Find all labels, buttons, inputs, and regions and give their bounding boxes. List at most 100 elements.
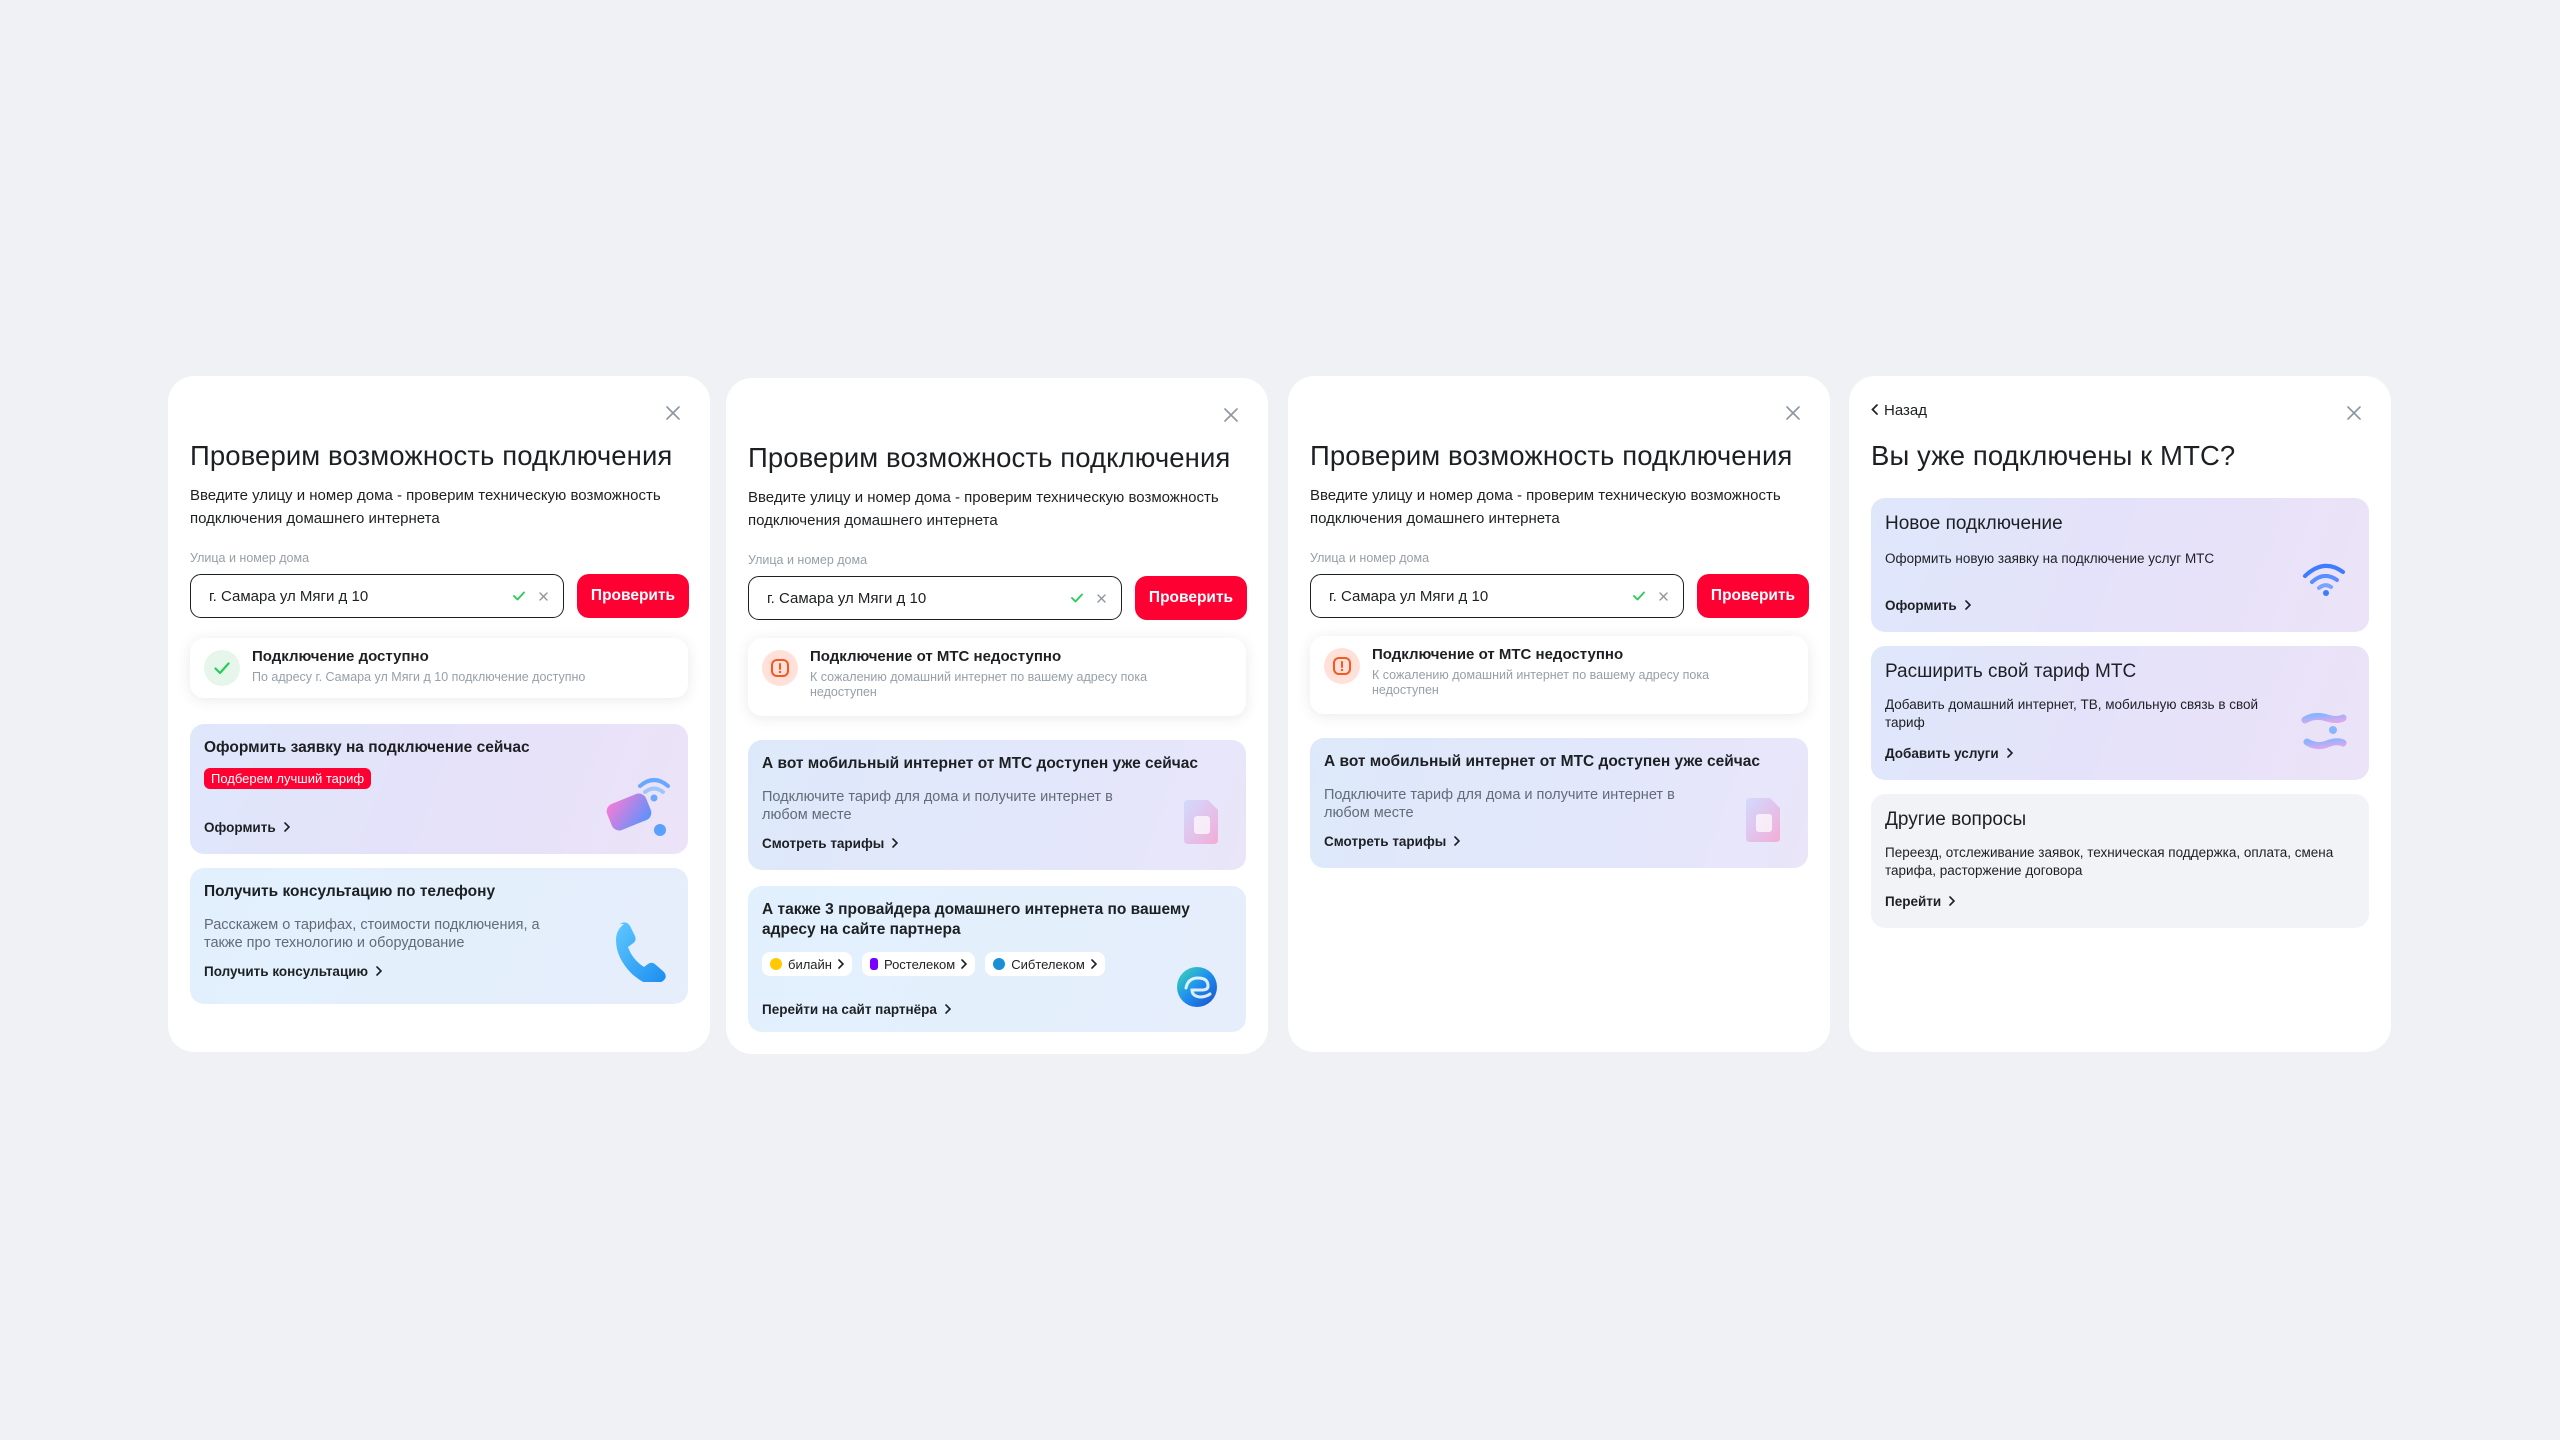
mobile-internet-card[interactable]: А вот мобильный интернет от МТС доступен… xyxy=(748,740,1246,870)
apply-link[interactable]: Оформить xyxy=(204,820,290,835)
chevron-right-icon xyxy=(892,836,899,851)
address-field-label: Улица и номер дома xyxy=(748,553,868,567)
status-subtitle: К сожалению домашний интернет по вашему … xyxy=(810,670,1148,699)
panel-description: Введите улицу и номер дома - проверим те… xyxy=(190,487,661,527)
close-icon[interactable] xyxy=(1780,400,1806,426)
card-title: Новое подключение xyxy=(1885,513,2063,534)
phone-illustration xyxy=(612,918,668,987)
partner-chips: билайн Ростелеком Сибтелеком xyxy=(762,952,1105,976)
consultation-link-label: Получить консультацию xyxy=(204,964,369,979)
check-icon xyxy=(1629,586,1649,606)
warning-icon xyxy=(1324,648,1360,684)
check-button[interactable]: Проверить xyxy=(1135,576,1247,620)
partner-chip-label: Сибтелеком xyxy=(1011,956,1085,972)
chevron-right-icon xyxy=(1949,894,1956,909)
rostelecom-logo-icon xyxy=(869,958,878,970)
connection-check-panel-available: Проверим возможность подключения Введите… xyxy=(168,376,710,1052)
card-description: Переезд, отслеживание заявок, техническа… xyxy=(1885,845,2334,878)
add-services-link[interactable]: Добавить услуги xyxy=(1885,746,2013,761)
card-description: Расскажем о тарифах, стоимости подключен… xyxy=(204,917,540,951)
tariffs-link-label: Смотреть тарифы xyxy=(762,836,885,851)
card-description: Подключите тариф для дома и получите инт… xyxy=(1324,787,1675,821)
apply-card[interactable]: Оформить заявку на подключение сейчас По… xyxy=(190,724,688,854)
status-available: Подключение доступно По адресу г. Самара… xyxy=(190,638,688,698)
chevron-right-icon xyxy=(945,1002,952,1017)
close-icon[interactable] xyxy=(660,400,686,426)
address-input-value: г. Самара ул Мяги д 10 xyxy=(767,589,927,607)
partner-site-link-label: Перейти на сайт партнёра xyxy=(762,1002,937,1017)
partner-chip-sibtelecom[interactable]: Сибтелеком xyxy=(985,952,1105,976)
card-title: А вот мобильный интернет от МТС доступен… xyxy=(762,755,1199,772)
clear-icon[interactable] xyxy=(1653,586,1673,606)
partners-card: А также 3 провайдера домашнего интернета… xyxy=(748,886,1246,1032)
chevron-right-icon xyxy=(283,820,290,835)
card-title: А вот мобильный интернет от МТС доступен… xyxy=(1324,753,1761,770)
close-icon[interactable] xyxy=(1218,402,1244,428)
panel-description: Введите улицу и номер дома - проверим те… xyxy=(748,489,1219,529)
back-label: Назад xyxy=(1884,401,1927,419)
address-input-value: г. Самара ул Мяги д 10 xyxy=(1329,587,1489,605)
add-services-link-label: Добавить услуги xyxy=(1885,746,1999,761)
other-questions-link[interactable]: Перейти xyxy=(1885,894,1956,909)
chevron-right-icon xyxy=(1090,957,1097,972)
panel-title: Вы уже подключены к МТС? xyxy=(1871,440,2236,471)
check-button[interactable]: Проверить xyxy=(1697,574,1809,618)
card-title: Оформить заявку на подключение сейчас xyxy=(204,739,530,756)
best-tariff-badge: Подберем лучший тариф xyxy=(204,768,372,789)
clear-icon[interactable] xyxy=(533,586,553,606)
new-connection-card[interactable]: Новое подключение Оформить новую заявку … xyxy=(1871,498,2369,632)
close-icon[interactable] xyxy=(2341,400,2367,426)
status-title: Подключение доступно xyxy=(252,648,429,665)
partner-chip-rostelecom[interactable]: Ростелеком xyxy=(861,952,976,976)
wifi-illustration xyxy=(2301,558,2347,603)
check-icon xyxy=(509,586,529,606)
address-input[interactable]: г. Самара ул Мяги д 10 xyxy=(190,574,564,618)
card-title: А также 3 провайдера домашнего интернета… xyxy=(762,901,1190,938)
chevron-left-icon xyxy=(1871,402,1878,419)
new-connection-link[interactable]: Оформить xyxy=(1885,598,1971,613)
address-field-label: Улица и номер дома xyxy=(190,551,310,565)
chevron-right-icon xyxy=(376,964,383,979)
address-input[interactable]: г. Самара ул Мяги д 10 xyxy=(1310,574,1684,618)
other-questions-card[interactable]: Другие вопросы Переезд, отслеживание зая… xyxy=(1871,794,2369,928)
status-subtitle: По адресу г. Самара ул Мяги д 10 подключ… xyxy=(252,670,586,684)
connection-check-panel-unavailable: Проверим возможность подключения Введите… xyxy=(1288,376,1830,1052)
check-button[interactable]: Проверить xyxy=(577,574,689,618)
address-input-value: г. Самара ул Мяги д 10 xyxy=(209,587,369,605)
edge-logo-illustration xyxy=(1174,964,1220,1015)
chevron-right-icon xyxy=(961,957,968,972)
chevron-right-icon xyxy=(1964,598,1971,613)
status-unavailable: Подключение от МТС недоступно К сожалени… xyxy=(1310,636,1808,714)
other-questions-link-label: Перейти xyxy=(1885,894,1942,909)
clear-icon[interactable] xyxy=(1091,588,1111,608)
sim-card-illustration xyxy=(1742,794,1786,851)
new-connection-link-label: Оформить xyxy=(1885,598,1957,613)
address-input[interactable]: г. Самара ул Мяги д 10 xyxy=(748,576,1122,620)
chevron-right-icon xyxy=(2006,746,2013,761)
extend-tariff-card[interactable]: Расширить свой тариф МТС Добавить домашн… xyxy=(1871,646,2369,780)
warning-icon xyxy=(762,650,798,686)
tariffs-link[interactable]: Смотреть тарифы xyxy=(762,836,899,851)
consultation-card[interactable]: Получить консультацию по телефону Расска… xyxy=(190,868,688,1004)
card-description: Подключите тариф для дома и получите инт… xyxy=(762,789,1113,823)
address-field-label: Улица и номер дома xyxy=(1310,551,1430,565)
partner-chip-beeline[interactable]: билайн xyxy=(762,952,852,976)
card-description: Добавить домашний интернет, ТВ, мобильну… xyxy=(1885,697,2259,730)
status-title: Подключение от МТС недоступно xyxy=(810,648,1062,665)
mobile-internet-card[interactable]: А вот мобильный интернет от МТС доступен… xyxy=(1310,738,1808,868)
tariffs-link[interactable]: Смотреть тарифы xyxy=(1324,834,1461,849)
sibtelecom-logo-icon xyxy=(993,958,1006,970)
consultation-link[interactable]: Получить консультацию xyxy=(204,964,383,979)
sim-card-illustration xyxy=(1180,796,1224,853)
panel-description: Введите улицу и номер дома - проверим те… xyxy=(1310,487,1781,527)
tariffs-link-label: Смотреть тарифы xyxy=(1324,834,1447,849)
partner-site-link[interactable]: Перейти на сайт партнёра xyxy=(762,1002,952,1017)
hands-illustration xyxy=(2301,708,2347,759)
partner-chip-label: билайн xyxy=(788,956,832,972)
back-button[interactable]: Назад xyxy=(1871,396,1927,424)
status-unavailable: Подключение от МТС недоступно К сожалени… xyxy=(748,638,1246,716)
status-title: Подключение от МТС недоступно xyxy=(1372,646,1624,663)
panel-title: Проверим возможность подключения xyxy=(748,442,1231,473)
wifi-router-illustration xyxy=(600,768,674,843)
card-title: Расширить свой тариф МТС xyxy=(1885,661,2137,682)
